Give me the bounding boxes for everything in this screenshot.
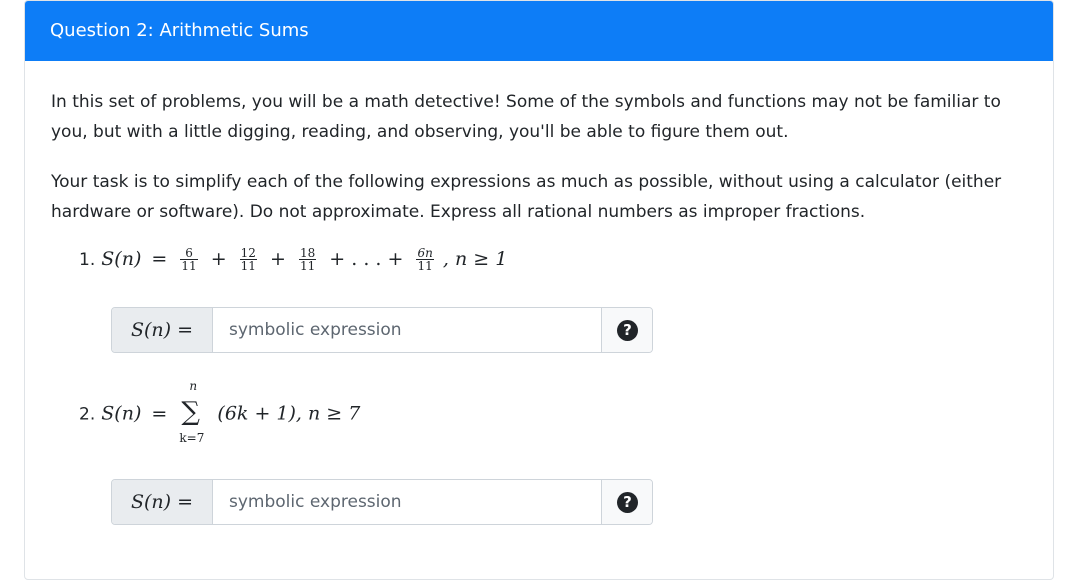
intro-paragraph-1: In this set of problems, you will be a m… [51, 92, 1001, 142]
help-button-2[interactable]: ? [601, 480, 652, 524]
summand: (6k + 1), n ≥ 7 [217, 402, 361, 425]
question-circle-icon: ? [617, 492, 638, 513]
question-circle-icon: ? [617, 320, 638, 341]
ellipsis: + . . . + [329, 248, 404, 270]
answer-input-2[interactable] [213, 480, 603, 524]
problem-1: 1. S(n) = 6 11 + 12 11 + 18 11 + . . . + 6n… [79, 247, 507, 272]
answer-label: S(n) = [112, 308, 213, 352]
problem-lhs: S(n) [101, 248, 142, 270]
sigma-symbol: ∑ [181, 397, 200, 427]
answer-input-1[interactable] [213, 308, 603, 352]
sum-lower-limit: k=7 [179, 431, 205, 445]
answer-input-group-1: S(n) = ? [111, 307, 653, 353]
plus-sign: + [270, 248, 286, 270]
card-header: Question 2: Arithmetic Sums [25, 1, 1053, 61]
question-card: Question 2: Arithmetic Sums In this set … [24, 0, 1054, 580]
plus-sign: + [210, 248, 227, 270]
sum-upper-limit: n [189, 379, 198, 393]
answer-label: S(n) = [112, 480, 213, 524]
summation: n ∑ k=7 [179, 379, 209, 449]
fraction-term: 12 11 [239, 246, 257, 273]
equals-sign: = [151, 248, 168, 270]
question-title: Question 2: Arithmetic Sums [50, 20, 309, 41]
problem-lhs: S(n) [101, 402, 142, 425]
problem-2: 2. S(n) = n ∑ k=7 (6k + 1), n ≥ 7 [79, 379, 360, 449]
intro-paragraph-2: Your task is to simplify each of the fol… [51, 172, 1002, 222]
fraction-term: 18 11 [298, 246, 317, 273]
problem-condition: , n ≥ 1 [442, 248, 508, 270]
problem-number: 2. [79, 404, 96, 425]
fraction-term: 6 11 [180, 246, 198, 273]
problem-number: 1. [79, 250, 96, 270]
fraction-term: 6n 11 [416, 246, 434, 273]
answer-input-group-2: S(n) = ? [111, 479, 653, 525]
equals-sign: = [151, 402, 168, 425]
help-button-1[interactable]: ? [601, 308, 652, 352]
